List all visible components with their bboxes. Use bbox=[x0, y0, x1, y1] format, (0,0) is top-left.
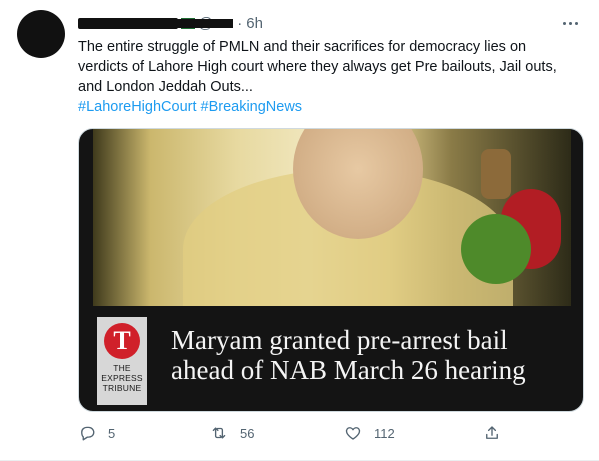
share-icon bbox=[486, 426, 498, 439]
tweet-text-line: and London Jeddah Outs... bbox=[78, 79, 253, 95]
hashtag-link[interactable]: #BreakingNews bbox=[201, 99, 303, 115]
tweet-timestamp[interactable]: 6h bbox=[246, 15, 263, 32]
redacted-handle bbox=[169, 18, 234, 28]
reply-count: 5 bbox=[108, 425, 116, 441]
retweet-count: 56 bbox=[240, 425, 255, 441]
redacted-display-name[interactable] bbox=[78, 17, 178, 29]
logo-letter: T bbox=[104, 323, 140, 359]
tweet-card[interactable]: @ · 6h The entire struggle of PMLN and t… bbox=[0, 0, 599, 461]
news-headline: Maryam granted pre-arrest bail ahead of … bbox=[171, 325, 571, 385]
reply-button[interactable]: 5 bbox=[78, 424, 115, 442]
retweet-icon bbox=[212, 427, 226, 439]
logo-line: EXPRESS bbox=[101, 373, 143, 383]
tweet-text-line: The entire struggle of PMLN and their sa… bbox=[78, 39, 527, 55]
express-tribune-logo: T THE EXPRESS TRIBUNE bbox=[97, 317, 147, 405]
avatar[interactable] bbox=[17, 10, 65, 58]
tweet-body: The entire struggle of PMLN and their sa… bbox=[78, 37, 583, 117]
header-separator: · bbox=[237, 14, 243, 32]
like-count: 112 bbox=[374, 425, 395, 441]
headline-line: ahead of NAB March 26 hearing bbox=[171, 355, 526, 385]
tweet-header: @ · 6h bbox=[78, 12, 263, 34]
share-button[interactable] bbox=[483, 424, 513, 442]
tweet-actions: 5 56 112 bbox=[78, 424, 508, 446]
logo-line: TRIBUNE bbox=[102, 383, 142, 393]
like-button[interactable]: 112 bbox=[344, 424, 395, 442]
press-photo bbox=[93, 129, 571, 306]
retweet-button[interactable]: 56 bbox=[210, 424, 254, 442]
more-options-icon[interactable] bbox=[559, 12, 581, 34]
heart-icon bbox=[345, 427, 361, 440]
hashtag-link[interactable]: #LahoreHighCourt bbox=[78, 99, 197, 115]
logo-line: THE bbox=[113, 363, 131, 373]
hashtags: #LahoreHighCourt #BreakingNews bbox=[78, 97, 583, 117]
tweet-text-line: verdicts of Lahore High court where they… bbox=[78, 59, 557, 75]
reply-icon bbox=[81, 426, 95, 441]
tweet-media-image[interactable]: T THE EXPRESS TRIBUNE Maryam granted pre… bbox=[78, 128, 584, 412]
logo-wordmark: THE EXPRESS TRIBUNE bbox=[101, 363, 143, 393]
headline-line: Maryam granted pre-arrest bail bbox=[171, 325, 508, 355]
